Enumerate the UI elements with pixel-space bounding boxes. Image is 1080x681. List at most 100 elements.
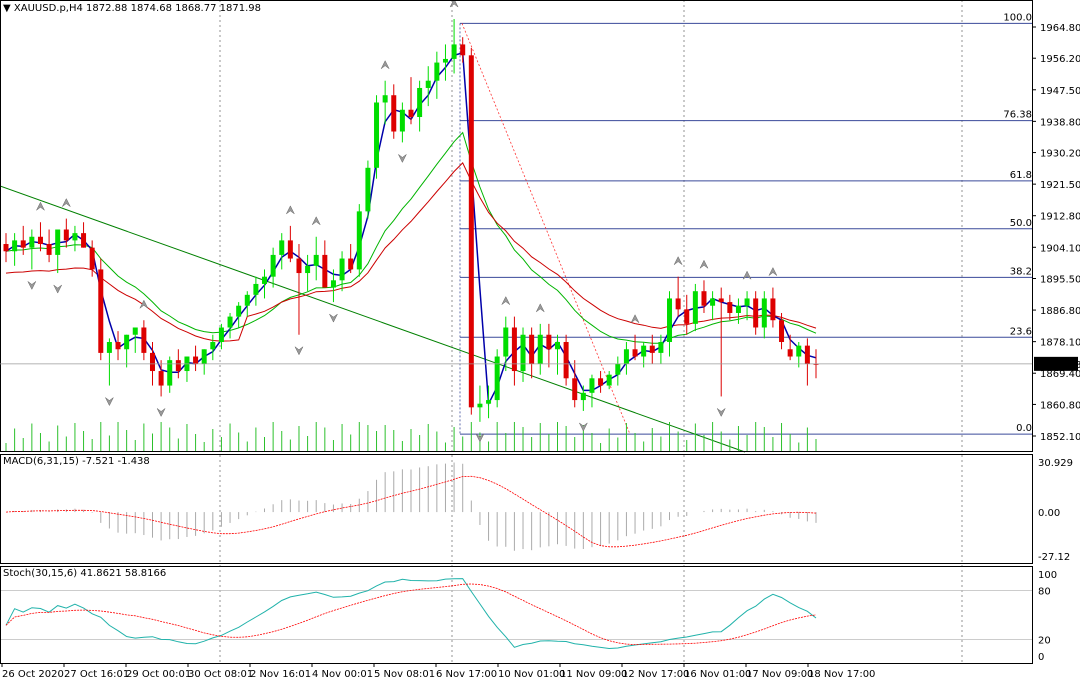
time-tick-label: 10 Nov 01:00: [498, 669, 565, 680]
fractal-down-arrow: [398, 154, 407, 163]
fractal-up-arrow: [380, 60, 390, 69]
time-tick-label: 26 Oct 2020: [2, 669, 64, 680]
fib-level-label: 38.2: [1010, 266, 1032, 277]
price-tick-label: 1964.80: [1040, 23, 1080, 34]
candle-body: [20, 240, 26, 248]
candle-body: [218, 327, 224, 343]
price-tick-label: 1878.10: [1040, 338, 1080, 349]
candle-body: [460, 44, 466, 56]
time-tick-label: 17 Nov 09:00: [746, 669, 813, 680]
fractal-down-arrow: [27, 281, 37, 290]
fib-level-label: 23.6: [1010, 326, 1032, 337]
ohlc-values: 1872.88 1874.68 1868.77 1871.98: [86, 3, 261, 14]
price-tick-label: 1860.80: [1040, 400, 1080, 411]
candle-body: [598, 378, 604, 386]
fib-level-label: 50.0: [1010, 218, 1032, 229]
fib-level-label: 0.0: [1016, 423, 1032, 434]
macd-label: MACD(6,31,15) -7.521 -1.438: [3, 456, 150, 467]
panel-border: [0, 566, 1033, 664]
candle-body: [399, 109, 405, 132]
candle-body: [98, 269, 104, 353]
candle-body: [322, 254, 328, 288]
panel-border: [0, 454, 1033, 564]
candle-body: [417, 87, 423, 118]
candle-body: [675, 298, 681, 310]
candle-body: [46, 244, 52, 255]
candle-body: [236, 305, 242, 317]
price-tick-label: 1852.10: [1040, 432, 1080, 443]
candle-body: [641, 345, 647, 357]
candle-body: [348, 258, 354, 270]
candle-body: [572, 378, 578, 401]
fractal-up-arrow: [742, 270, 752, 280]
fractal-arrows: [27, 0, 778, 443]
time-tick-label: 12 Nov 17:00: [622, 669, 689, 680]
candle-body: [434, 62, 440, 81]
fractal-up-arrow: [62, 198, 71, 207]
candle-body: [451, 44, 457, 59]
candle-body: [710, 298, 716, 306]
candle-body: [149, 352, 155, 372]
time-tick-label: 16 Nov 01:00: [684, 669, 751, 680]
candle-body: [589, 378, 595, 393]
stoch-axis-label: 0: [1038, 652, 1044, 663]
candle-body: [606, 374, 612, 386]
candle-body: [279, 240, 285, 255]
dropdown-triangle-icon[interactable]: ▼: [3, 3, 11, 14]
fractal-up-arrow: [630, 314, 640, 323]
candle-body: [382, 95, 388, 103]
candle-body: [63, 229, 69, 241]
candle-body: [796, 345, 802, 357]
candle-body: [3, 244, 9, 252]
candle-body: [554, 342, 560, 350]
fractal-up-arrow: [501, 296, 511, 305]
stoch-label: Stoch(30,15,6) 41.8621 58.8166: [3, 568, 167, 579]
candle-body: [425, 80, 431, 88]
candle-body: [374, 102, 380, 168]
candle-body: [262, 276, 268, 284]
candle-body: [365, 167, 371, 212]
candle-body: [563, 342, 569, 379]
candle-body: [253, 283, 259, 295]
candle-body: [486, 400, 492, 404]
candle-body: [193, 356, 199, 364]
candle-body: [124, 334, 130, 350]
macd-axis-label: 0.00: [1038, 508, 1060, 519]
candle-body: [804, 345, 810, 364]
candlesticks: [3, 19, 819, 422]
symbol-header: ▼ XAUUSD.p,H4 1872.88 1874.68 1868.77 18…: [3, 3, 261, 14]
candle-body: [735, 305, 741, 313]
time-tick-label: 2 Nov 16:01: [250, 669, 311, 680]
candle-body: [580, 392, 586, 401]
candle-body: [537, 334, 543, 364]
fractal-up-arrow: [768, 267, 778, 276]
price-tick-label: 1938.80: [1040, 117, 1080, 128]
price-tick-label: 1895.50: [1040, 274, 1080, 285]
price-tick-label: 1947.50: [1040, 86, 1080, 97]
candle-body: [503, 327, 509, 357]
fib-level-label: 61.8: [1010, 170, 1032, 181]
symbol-label: XAUUSD.p,H4: [13, 3, 83, 14]
fractal-down-arrow: [716, 408, 726, 418]
fractal-down-arrow: [294, 346, 304, 356]
candle-body: [305, 265, 311, 274]
time-tick-label: 5 Nov 08:01: [374, 669, 435, 680]
candle-body: [520, 334, 526, 372]
candle-body: [468, 55, 474, 408]
candle-body: [201, 349, 207, 364]
candle-body: [55, 229, 61, 255]
candle-body: [356, 211, 362, 270]
candle-body: [761, 298, 767, 328]
price-tick-label: 1869.40: [1040, 369, 1080, 380]
macd-axis-label: -27.12: [1038, 552, 1070, 563]
candle-body: [270, 254, 276, 277]
stochastic-panel: [0, 578, 1032, 650]
stoch-axis-label: 20: [1038, 636, 1051, 647]
time-tick-label: 27 Oct 16:01: [64, 669, 129, 680]
fibonacci-retracement[interactable]: 100.0 76.38 61.8 50.0 38.2 23.6 0.0: [459, 12, 1032, 435]
last-price-label: 1871.98: [1040, 360, 1080, 371]
candle-body: [132, 327, 138, 335]
fractal-up-arrow: [36, 201, 45, 211]
candle-body: [744, 298, 750, 306]
candle-body: [244, 294, 250, 306]
